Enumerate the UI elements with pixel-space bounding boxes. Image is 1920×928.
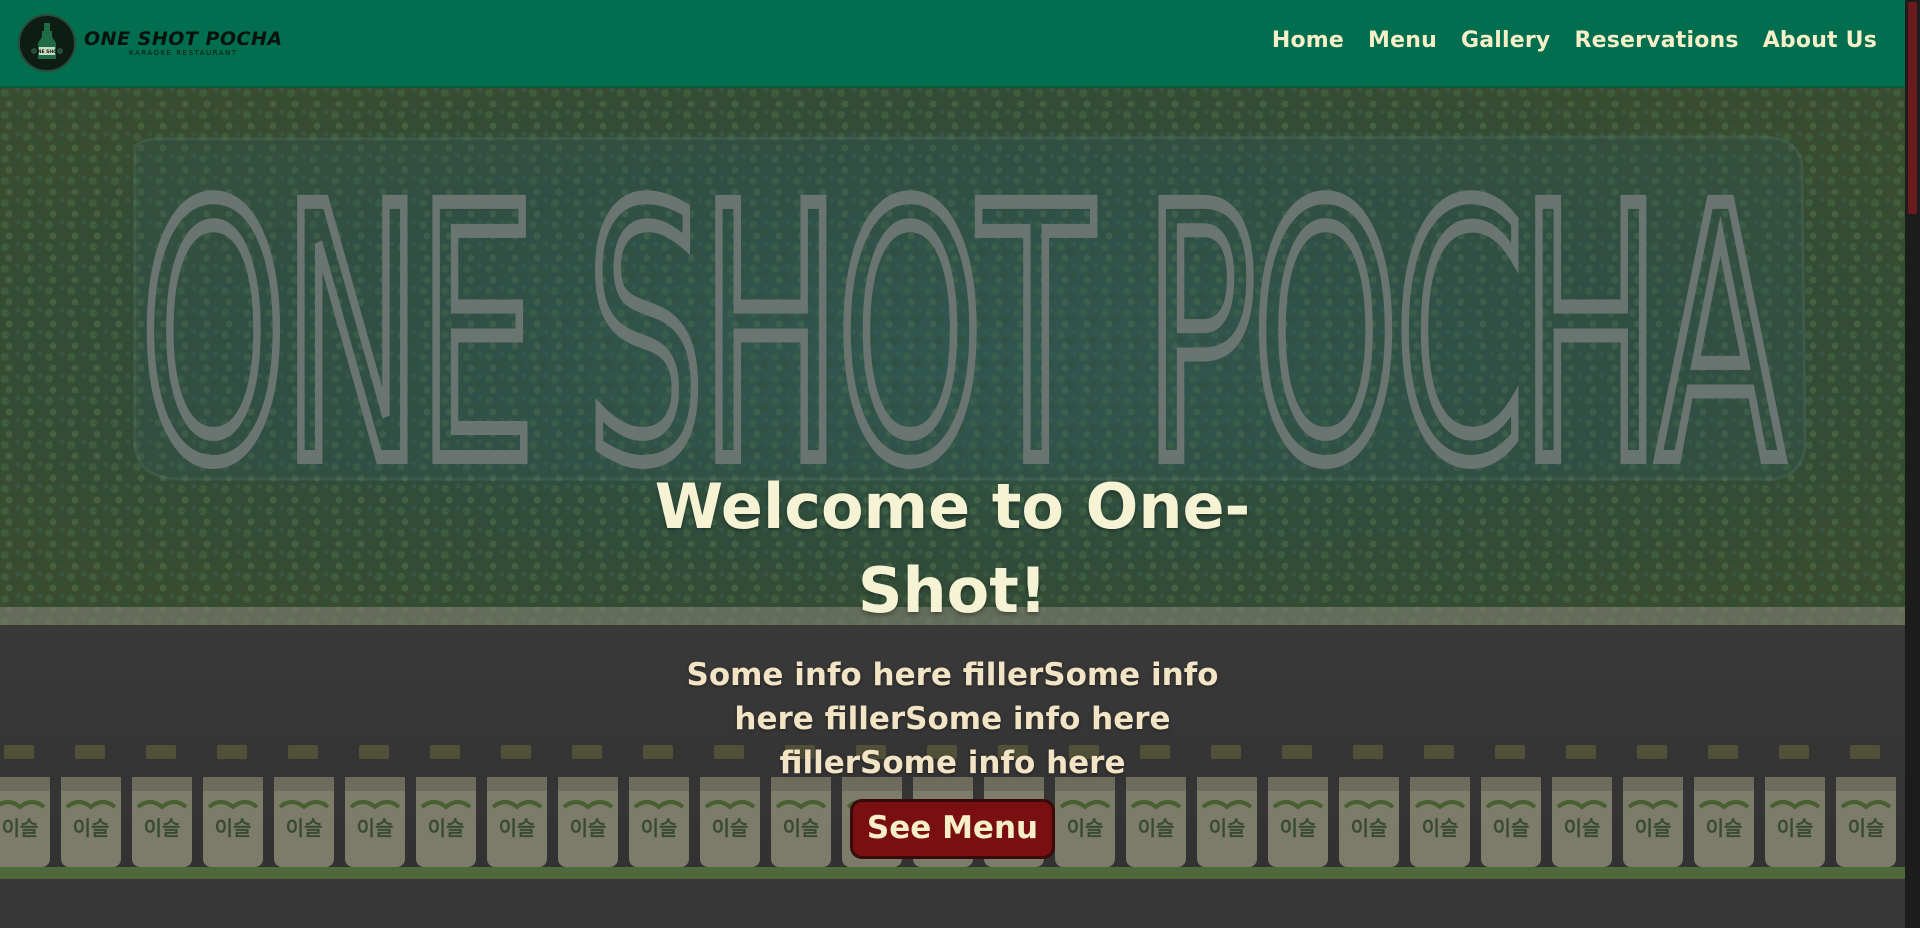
- page-scrollbar[interactable]: [1905, 0, 1920, 928]
- hero-section: 이슬 ONE SHOT POCHA: [0, 87, 1905, 928]
- hero-content: Welcome to One-Shot! Some info here fill…: [0, 465, 1905, 859]
- soju-bottle-icon: ONE SHOT: [31, 23, 63, 59]
- logo-name: ONE SHOT POCHA: [84, 27, 283, 50]
- logo[interactable]: ONE SHOT ONE SHOT POCHA KARAOKE RESTAURA…: [18, 14, 283, 72]
- nav-menu-link[interactable]: Menu: [1368, 28, 1437, 53]
- scrollbar-thumb[interactable]: [1908, 2, 1917, 214]
- nav-home-link[interactable]: Home: [1272, 28, 1344, 53]
- navbar: ONE SHOT ONE SHOT POCHA KARAOKE RESTAURA…: [0, 0, 1905, 88]
- see-menu-button[interactable]: See Menu: [849, 799, 1056, 859]
- logo-subtitle: KARAOKE RESTAURANT: [129, 48, 238, 57]
- page: ONE SHOT ONE SHOT POCHA KARAOKE RESTAURA…: [0, 0, 1920, 928]
- logo-badge-text: ONE SHOT: [34, 49, 61, 55]
- hero-description: Some info here fillerSome info here fill…: [686, 657, 1219, 781]
- logo-text: ONE SHOT POCHA KARAOKE RESTAURANT: [84, 29, 283, 58]
- hero-title: Welcome to One-Shot!: [654, 470, 1251, 627]
- main-nav: Home Menu Gallery Reservations About Us: [1272, 28, 1877, 53]
- nav-about-us-link[interactable]: About Us: [1763, 28, 1877, 53]
- nav-reservations-link[interactable]: Reservations: [1574, 28, 1738, 53]
- logo-badge: ONE SHOT: [18, 14, 76, 72]
- nav-gallery-link[interactable]: Gallery: [1461, 28, 1551, 53]
